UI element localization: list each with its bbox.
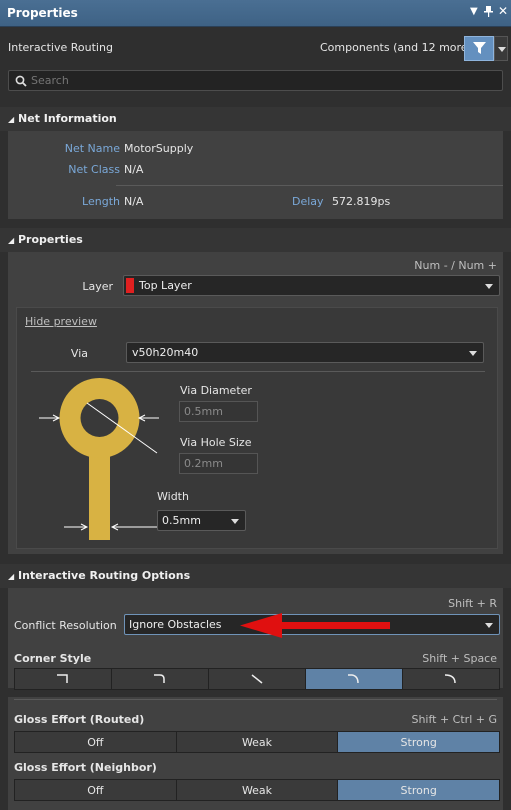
chevron-down-icon (485, 283, 493, 289)
conflict-shortcut: Shift + R (448, 597, 497, 610)
search-box[interactable] (8, 70, 503, 91)
corner-90-icon (57, 674, 68, 683)
chevron-down-icon (231, 518, 239, 524)
corner-style-label: Corner Style (14, 652, 92, 665)
net-name-label: Net Name (64, 142, 120, 155)
properties-body: Num - / Num + Layer Top Layer Hide previ… (8, 252, 503, 554)
via-value: v50h20m40 (132, 346, 199, 359)
corner-45-option[interactable] (209, 669, 306, 689)
length-label: Length (82, 195, 120, 208)
corner-45-icon (251, 674, 263, 684)
filter-button[interactable] (464, 36, 494, 61)
delay-label: Delay (292, 195, 324, 208)
corner-90-rounded-icon (154, 674, 165, 683)
gloss-routed-strong[interactable]: Strong (338, 732, 500, 752)
properties-header[interactable]: ◢ Properties (0, 228, 511, 252)
gloss-routed-weak[interactable]: Weak (176, 732, 339, 752)
via-diameter-label: Via Diameter (180, 384, 252, 397)
gloss-routed-shortcut: Shift + Ctrl + G (411, 713, 497, 726)
corner-arc-option[interactable] (403, 669, 499, 689)
panel-title: Properties (7, 6, 78, 20)
collapse-triangle-icon: ◢ (8, 572, 15, 581)
via-hole-field[interactable]: 0.2mm (179, 453, 258, 474)
properties-title: Properties (18, 233, 83, 246)
layer-shortcut: Num - / Num + (414, 259, 497, 272)
collapse-triangle-icon: ◢ (8, 236, 15, 245)
gloss-routed-off[interactable]: Off (15, 732, 177, 752)
routing-options-title: Interactive Routing Options (18, 569, 191, 582)
length-value: N/A (124, 195, 144, 208)
collapse-triangle-icon: ◢ (8, 115, 15, 124)
net-info-title: Net Information (18, 112, 117, 125)
net-info-body: Net Name MotorSupply Net Class N/A Lengt… (8, 131, 503, 219)
via-preview-drawing (39, 378, 159, 540)
gloss-neighbor-label: Gloss Effort (Neighbor) (14, 761, 157, 774)
gloss-neighbor-off[interactable]: Off (15, 780, 177, 800)
preview-panel: Hide preview Via v50h20m40 Via Diameter … (16, 307, 498, 549)
search-icon (15, 75, 27, 87)
width-dropdown[interactable]: 0.5mm (157, 510, 246, 531)
hide-preview-link[interactable]: Hide preview (25, 315, 97, 328)
net-name-value: MotorSupply (124, 142, 194, 155)
filter-dropdown-button[interactable] (494, 36, 508, 61)
corner-45-arc-icon (348, 674, 359, 684)
corner-90-option[interactable] (15, 669, 112, 689)
net-class-value: N/A (124, 163, 144, 176)
layer-label: Layer (82, 280, 113, 293)
pin-icon[interactable] (484, 6, 493, 20)
layer-dropdown[interactable]: Top Layer (123, 275, 500, 296)
conflict-value: Ignore Obstacles (129, 618, 222, 631)
search-input[interactable] (31, 72, 491, 89)
panel-title-bar: Properties ▼ ✕ (0, 0, 511, 27)
corner-45-arc-option[interactable] (306, 669, 403, 689)
close-icon[interactable]: ✕ (498, 4, 508, 18)
mode-label: Interactive Routing (8, 41, 113, 54)
gloss-neighbor-strong[interactable]: Strong (338, 780, 500, 800)
divider (116, 185, 503, 186)
corner-style-selector[interactable] (14, 668, 500, 690)
corner-style-shortcut: Shift + Space (422, 652, 497, 665)
chevron-down-icon (485, 622, 493, 628)
routing-options-header[interactable]: ◢ Interactive Routing Options (0, 564, 511, 588)
via-label: Via (70, 347, 88, 360)
via-dropdown[interactable]: v50h20m40 (126, 342, 484, 363)
gloss-neighbor-weak[interactable]: Weak (176, 780, 339, 800)
divider (31, 371, 485, 372)
gloss-routed-selector[interactable]: Off Weak Strong (14, 731, 500, 753)
divider (14, 699, 497, 700)
chevron-down-icon (498, 47, 506, 52)
via-diameter-field[interactable]: 0.5mm (179, 401, 258, 422)
filter-summary[interactable]: Components (and 12 more) (320, 41, 472, 54)
gloss-neighbor-selector[interactable]: Off Weak Strong (14, 779, 500, 801)
via-hole-label: Via Hole Size (180, 436, 252, 449)
conflict-label: Conflict Resolution (14, 619, 117, 632)
width-value: 0.5mm (162, 514, 201, 527)
delay-value: 572.819ps (332, 195, 391, 208)
corner-arc-icon (444, 674, 456, 684)
filter-icon (473, 42, 486, 54)
layer-value: Top Layer (139, 279, 192, 292)
net-info-header[interactable]: ◢ Net Information (0, 107, 511, 131)
panel-menu-icon[interactable]: ▼ (470, 6, 478, 17)
chevron-down-icon (469, 350, 477, 356)
net-class-label: Net Class (68, 163, 120, 176)
corner-90-rounded-option[interactable] (112, 669, 209, 689)
gloss-routed-label: Gloss Effort (Routed) (14, 713, 145, 726)
width-label: Width (157, 490, 189, 503)
annotation-arrow (240, 613, 390, 638)
layer-color-swatch (126, 278, 134, 293)
